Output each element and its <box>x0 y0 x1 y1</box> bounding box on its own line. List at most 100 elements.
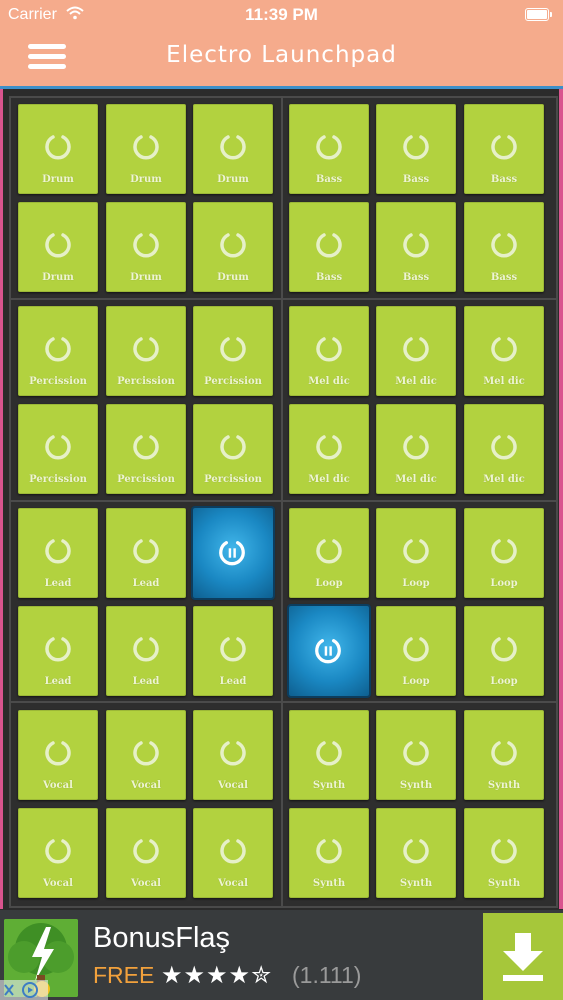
pad-button[interactable]: Vocal <box>18 808 98 898</box>
loop-icon <box>45 435 71 460</box>
ad-banner[interactable]: BonusFlaş FREE ★★★★✮ (1.111) <box>0 910 563 1000</box>
pad-label: Drum <box>217 174 249 185</box>
pad-button[interactable]: Percission <box>193 306 273 396</box>
pad-button-playing[interactable] <box>193 508 273 598</box>
pad-button[interactable]: Loop <box>376 606 456 696</box>
clock: 11:39 PM <box>245 5 318 24</box>
pad-button[interactable]: Drum <box>106 202 186 292</box>
pad-button[interactable]: Vocal <box>193 808 273 898</box>
loop-icon <box>403 233 429 258</box>
pad-button[interactable]: Drum <box>193 104 273 194</box>
loop-icon <box>316 233 342 258</box>
pad-button[interactable]: Lead <box>18 508 98 598</box>
pad-button[interactable]: Loop <box>464 508 544 598</box>
pad-button[interactable]: Lead <box>106 606 186 696</box>
loop-icon <box>403 637 429 662</box>
pad-button[interactable]: Bass <box>289 202 369 292</box>
loop-icon <box>316 337 342 362</box>
pad-button[interactable]: Vocal <box>106 808 186 898</box>
pad-button[interactable]: Mel dic <box>464 404 544 494</box>
left-accent-border <box>0 89 3 909</box>
pad-button[interactable]: Mel dic <box>289 306 369 396</box>
pad-button[interactable]: Bass <box>464 104 544 194</box>
pad-label: Loop <box>490 676 518 687</box>
pad-button[interactable]: Bass <box>376 202 456 292</box>
ad-choices-icon[interactable] <box>0 980 48 1000</box>
pad-button[interactable]: Mel dic <box>376 306 456 396</box>
pad-button[interactable]: Synth <box>376 710 456 800</box>
pad-button[interactable]: Percission <box>18 404 98 494</box>
loop-icon <box>220 233 246 258</box>
pad-label: Drum <box>42 174 74 185</box>
pad-label: Bass <box>490 272 518 283</box>
pad-button[interactable]: Percission <box>106 404 186 494</box>
loop-icon <box>45 637 71 662</box>
pad-label: Percission <box>29 474 87 485</box>
loop-icon <box>403 337 429 362</box>
pad-button[interactable]: Drum <box>193 202 273 292</box>
pad-label: Loop <box>402 676 430 687</box>
pad-label: Mel dic <box>308 474 350 485</box>
pad-button[interactable]: Mel dic <box>289 404 369 494</box>
pad-button[interactable]: Percission <box>18 306 98 396</box>
download-arrow-icon[interactable] <box>483 913 563 1000</box>
pad-button[interactable]: Synth <box>464 710 544 800</box>
pad-button[interactable]: Drum <box>18 202 98 292</box>
pad-button[interactable]: Percission <box>106 306 186 396</box>
pad-label: Drum <box>42 272 74 283</box>
pad-button[interactable]: Lead <box>106 508 186 598</box>
loop-icon <box>491 839 517 864</box>
pad-label: Lead <box>44 676 72 687</box>
pad-label: Mel dic <box>483 474 525 485</box>
pad-button[interactable]: Bass <box>289 104 369 194</box>
loop-icon <box>45 337 71 362</box>
pad-label: Loop <box>402 578 430 589</box>
pad-button[interactable]: Vocal <box>106 710 186 800</box>
pad-label: Lead <box>132 578 160 589</box>
pad-button[interactable]: Lead <box>18 606 98 696</box>
pad-button[interactable]: Drum <box>106 104 186 194</box>
pad-label: Mel dic <box>483 376 525 387</box>
pad-button[interactable]: Synth <box>376 808 456 898</box>
loop-icon <box>316 539 342 564</box>
pad-label: Bass <box>490 174 518 185</box>
loop-icon <box>316 839 342 864</box>
pad-button[interactable]: Mel dic <box>376 404 456 494</box>
pad-button[interactable]: Bass <box>464 202 544 292</box>
pad-button[interactable]: Mel dic <box>464 306 544 396</box>
loop-icon <box>491 637 517 662</box>
pad-button[interactable]: Synth <box>289 808 369 898</box>
pad-label: Mel dic <box>395 376 437 387</box>
pad-button[interactable]: Bass <box>376 104 456 194</box>
nav-bar: Electro Launchpad <box>0 30 563 89</box>
pad-button[interactable]: Lead <box>193 606 273 696</box>
pad-button[interactable]: Drum <box>18 104 98 194</box>
pad-button[interactable]: Loop <box>464 606 544 696</box>
pad-button-playing[interactable] <box>289 606 369 696</box>
pad-label: Synth <box>399 780 433 791</box>
pad-label: Vocal <box>131 878 161 889</box>
loop-icon <box>491 741 517 766</box>
pad-button[interactable]: Vocal <box>18 710 98 800</box>
pad-button[interactable]: Vocal <box>193 710 273 800</box>
loop-icon <box>133 741 159 766</box>
loop-icon <box>316 741 342 766</box>
loop-icon <box>220 839 246 864</box>
loop-icon <box>403 741 429 766</box>
loop-icon <box>133 435 159 460</box>
pad-label: Mel dic <box>395 474 437 485</box>
pad-button[interactable]: Synth <box>464 808 544 898</box>
pad-label: Synth <box>487 878 521 889</box>
loop-icon <box>403 839 429 864</box>
pad-button[interactable]: Loop <box>376 508 456 598</box>
pad-label: Vocal <box>218 780 248 791</box>
pad-label: Bass <box>315 174 343 185</box>
pad-button[interactable]: Loop <box>289 508 369 598</box>
pad-label: Percission <box>117 376 175 387</box>
pad-button[interactable]: Percission <box>193 404 273 494</box>
page-title: Electro Launchpad <box>166 42 397 68</box>
pad-label: Lead <box>44 578 72 589</box>
ad-app-title[interactable]: BonusFlaş <box>93 922 230 955</box>
loop-icon <box>45 135 71 160</box>
pad-button[interactable]: Synth <box>289 710 369 800</box>
